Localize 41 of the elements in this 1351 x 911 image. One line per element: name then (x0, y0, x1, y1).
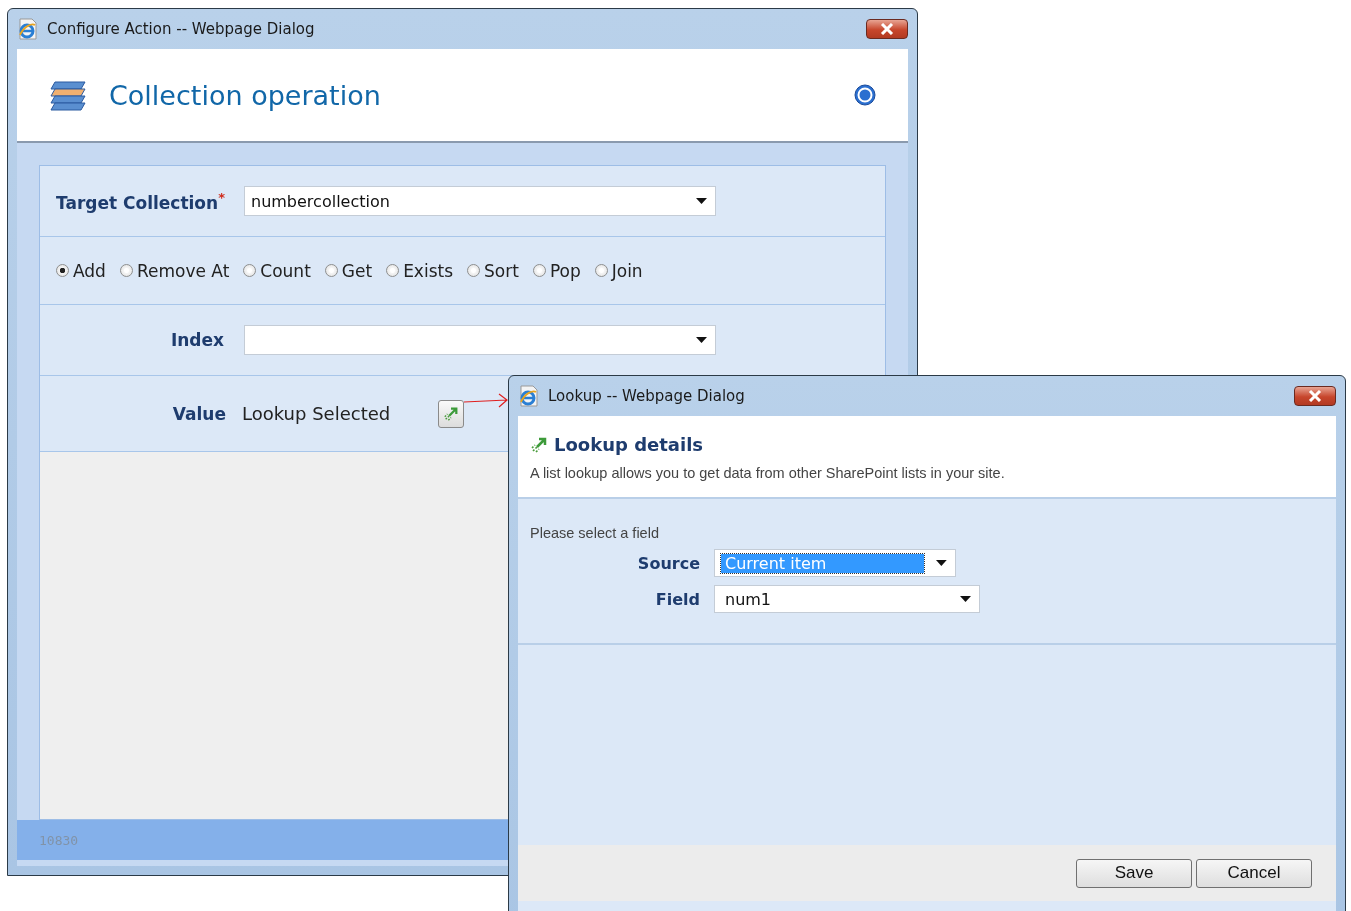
window-title: Configure Action -- Webpage Dialog (47, 20, 316, 38)
footer-code: 10830 (39, 832, 79, 848)
field-label: Value (171, 403, 226, 424)
arrow-icon (530, 435, 548, 454)
close-button[interactable] (1294, 386, 1336, 406)
lookup-button[interactable] (438, 399, 465, 428)
stack-icon (49, 78, 89, 112)
operation-radio[interactable]: Pop (532, 260, 581, 281)
operation-radio[interactable]: Sort (467, 260, 519, 281)
dialog-button[interactable]: Save (1076, 858, 1192, 888)
operation-radio[interactable]: Count (243, 260, 311, 281)
dialog-button[interactable]: Cancel (1196, 858, 1312, 888)
help-icon[interactable] (854, 84, 876, 106)
dropdown-caret-icon[interactable] (696, 198, 707, 204)
dropdown-caret-icon[interactable] (936, 560, 947, 566)
lookup-heading: Lookup details (554, 434, 704, 455)
dropdown-caret-icon[interactable] (960, 596, 971, 602)
operation-radio[interactable]: Join (594, 260, 643, 281)
prompt-text: Please select a field (530, 525, 660, 541)
close-button[interactable] (866, 19, 908, 39)
dialog-heading: Collection operation (109, 79, 382, 111)
dropdown-caret-icon[interactable] (696, 337, 707, 343)
field-label: Field (654, 589, 700, 609)
pointer-arrow (463, 393, 509, 409)
field-label: Source (636, 553, 700, 573)
close-icon (880, 23, 894, 35)
description-text: A list lookup allows you to get data from other SharePoint lists in your site. (530, 465, 1006, 481)
operation-radio[interactable]: Exists (386, 260, 454, 281)
arrow-icon (443, 405, 460, 422)
operation-radio[interactable]: Get (324, 260, 373, 281)
value-text: Lookup Selected (242, 403, 391, 424)
ie-icon (518, 385, 540, 407)
field-label: Target Collection$^{*}$ (56, 189, 226, 213)
window-title: Lookup -- Webpage Dialog (548, 387, 746, 405)
operation-radio[interactable]: Add (56, 260, 106, 281)
operation-radio[interactable]: Remove At (119, 260, 230, 281)
close-icon (1308, 390, 1322, 402)
field-label: Index (169, 330, 224, 350)
field-dropdown[interactable]: num1 (714, 585, 980, 613)
target-collection-dropdown[interactable]: numbercollection (244, 186, 716, 216)
ie-icon (17, 18, 39, 40)
